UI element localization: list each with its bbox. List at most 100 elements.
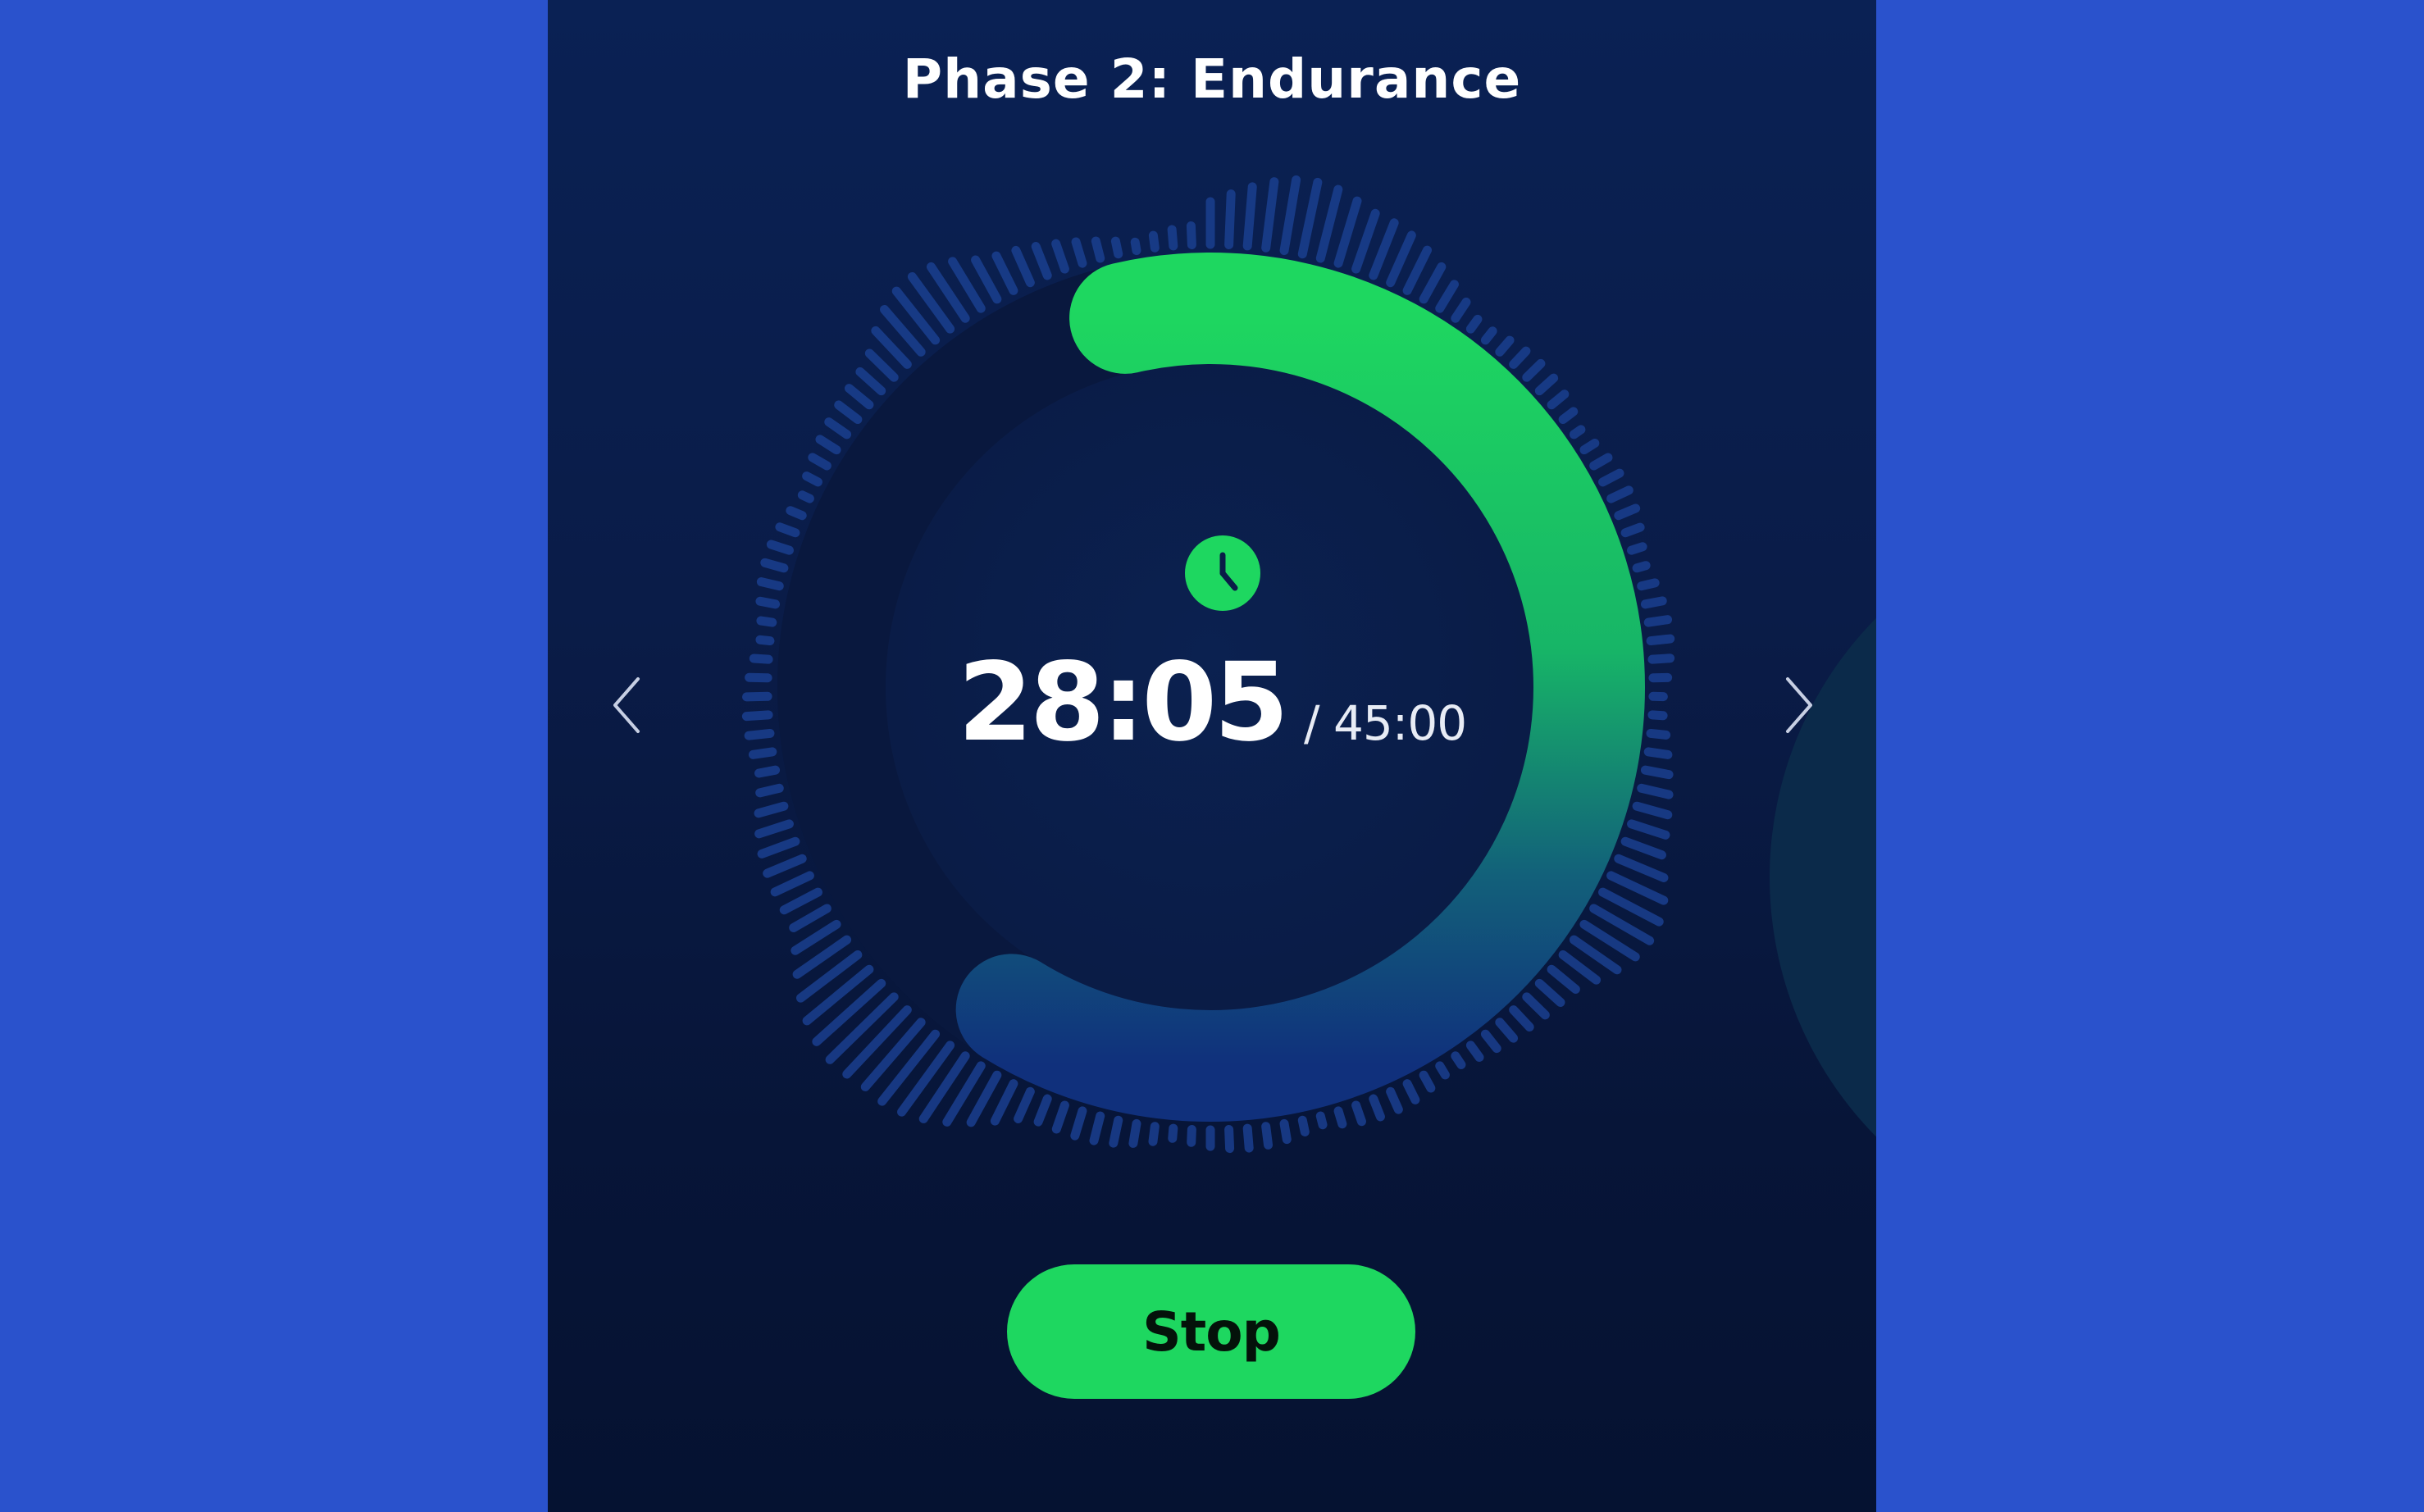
visualizer-bar xyxy=(1297,1115,1310,1136)
visualizer-bar xyxy=(844,384,874,410)
visualizer-bar xyxy=(1402,245,1433,295)
visualizer-bar xyxy=(766,540,794,555)
visualizer-bar xyxy=(1333,196,1362,268)
visualizer-bar xyxy=(1148,1122,1160,1146)
visualizer-bar xyxy=(756,577,784,591)
visualizer-bar xyxy=(754,819,794,839)
visualizer-bar xyxy=(1480,326,1497,345)
visualizer-bar xyxy=(1051,239,1069,274)
visualizer-bar xyxy=(1435,1061,1450,1080)
visualizer-bar xyxy=(786,506,807,521)
visualizer-bar xyxy=(1465,314,1483,334)
timer-readout: 28:05 / 45:00 xyxy=(548,640,1876,766)
visualizer-bar xyxy=(1386,1086,1403,1114)
visualizer-bar xyxy=(1091,236,1105,263)
visualizer-bar xyxy=(754,765,781,778)
visualizer-bar xyxy=(1547,964,1580,994)
visualizer-bar xyxy=(1643,615,1673,627)
visualizer-bar xyxy=(1620,836,1666,860)
visualizer-bar xyxy=(1480,1029,1501,1054)
visualizer-bar xyxy=(1014,1086,1035,1123)
visualizer-bar xyxy=(1534,373,1559,396)
visualizer-bar xyxy=(1031,242,1052,280)
visualizer-bar xyxy=(1279,1118,1292,1145)
visualizer-bar xyxy=(1109,1115,1123,1148)
elapsed-time: 28:05 xyxy=(957,640,1289,766)
visualizer-bar xyxy=(1242,1123,1254,1153)
clock-icon xyxy=(1185,535,1260,611)
visualizer-bar xyxy=(1167,225,1178,251)
visualizer-bar xyxy=(1369,218,1399,280)
visualizer-bar xyxy=(1089,1111,1105,1145)
visualizer-bar xyxy=(991,251,1018,295)
visualizer-bar xyxy=(756,616,777,627)
visualizer-bar xyxy=(1495,1018,1519,1043)
visualizer-bar xyxy=(1632,801,1673,820)
visualizer-bar xyxy=(860,1018,926,1091)
visualizer-bar xyxy=(1522,992,1550,1020)
visualizer-bar xyxy=(1606,485,1633,503)
visualizer-bar xyxy=(754,801,789,818)
visualizer-bar xyxy=(815,435,841,455)
visualizer-bar xyxy=(1351,1100,1366,1127)
visualizer-bar xyxy=(757,836,800,858)
visualizer-bar xyxy=(1279,175,1301,256)
visualizer-bar xyxy=(779,887,822,915)
visualizer-bar xyxy=(770,871,814,897)
visualizer-bar xyxy=(1547,389,1570,410)
visualizer-bar xyxy=(1435,280,1459,313)
visualizer-bar xyxy=(808,453,832,471)
visualizer-bar xyxy=(1297,177,1323,259)
visualizer-bar xyxy=(797,490,814,503)
visualizer-bar xyxy=(1315,184,1343,263)
visualizer-bar xyxy=(1509,346,1531,369)
visualizer-bar xyxy=(1369,1094,1385,1122)
visualizer-bar xyxy=(1465,1041,1484,1062)
visualizer-bar xyxy=(775,522,800,538)
visualizer-bar xyxy=(1070,1106,1087,1141)
visualizer-bar xyxy=(1451,297,1471,323)
chevron-left-icon[interactable] xyxy=(607,672,648,738)
visualizer-bar xyxy=(1558,950,1602,985)
visualizer-bar xyxy=(1051,1100,1069,1134)
visualizer-bar xyxy=(755,596,781,609)
visualizer-bar xyxy=(1522,358,1546,382)
visualizer-bar xyxy=(802,964,874,1026)
visualizer-bar xyxy=(1637,578,1660,591)
visualizer-bar xyxy=(1261,1122,1274,1150)
visualizer-bar xyxy=(1637,783,1674,799)
visualizer-bar xyxy=(1130,237,1141,256)
visualizer-bar xyxy=(1071,237,1087,268)
total-time: / 45:00 xyxy=(1304,695,1467,751)
visualizer-bar xyxy=(1558,407,1579,425)
visualizer-bar xyxy=(1614,854,1669,882)
visualizer-bar xyxy=(1620,522,1645,538)
visualizer-bar xyxy=(1148,230,1160,253)
visualizer-bar xyxy=(855,367,886,396)
visualizer-bar xyxy=(1386,230,1416,288)
stop-button[interactable]: Stop xyxy=(1007,1264,1415,1399)
workout-screen: Phase 2: Endurance 28:05/ 45:00 Stop xyxy=(548,0,1876,1512)
visualizer-bar xyxy=(1033,1094,1052,1127)
visualizer-bar xyxy=(1614,503,1641,521)
visualizer-bar xyxy=(971,255,1002,304)
visualizer-bar xyxy=(1187,1125,1196,1147)
visualizer-bar xyxy=(1569,425,1586,439)
visualizer-bar xyxy=(1419,1070,1436,1093)
visualizer-bar xyxy=(1589,453,1613,471)
visualizer-bar xyxy=(760,558,789,573)
visualizer-bar xyxy=(1598,468,1624,487)
visualizer-bar xyxy=(990,1079,1018,1126)
visualizer-bar xyxy=(1534,978,1565,1007)
visualizer-bar xyxy=(1640,596,1667,609)
visualizer-bar xyxy=(1627,819,1670,840)
visualizer-bar xyxy=(834,400,863,425)
visualizer-bar xyxy=(1110,236,1123,259)
chevron-right-icon[interactable] xyxy=(1778,672,1819,738)
visualizer-bar xyxy=(897,1041,955,1117)
visualizer-bar xyxy=(1419,262,1447,304)
visualizer-bar xyxy=(1632,561,1651,573)
visualizer-bar xyxy=(1579,438,1600,455)
visualizer-bar xyxy=(877,1029,941,1106)
visualizer-bar xyxy=(1509,1005,1534,1032)
